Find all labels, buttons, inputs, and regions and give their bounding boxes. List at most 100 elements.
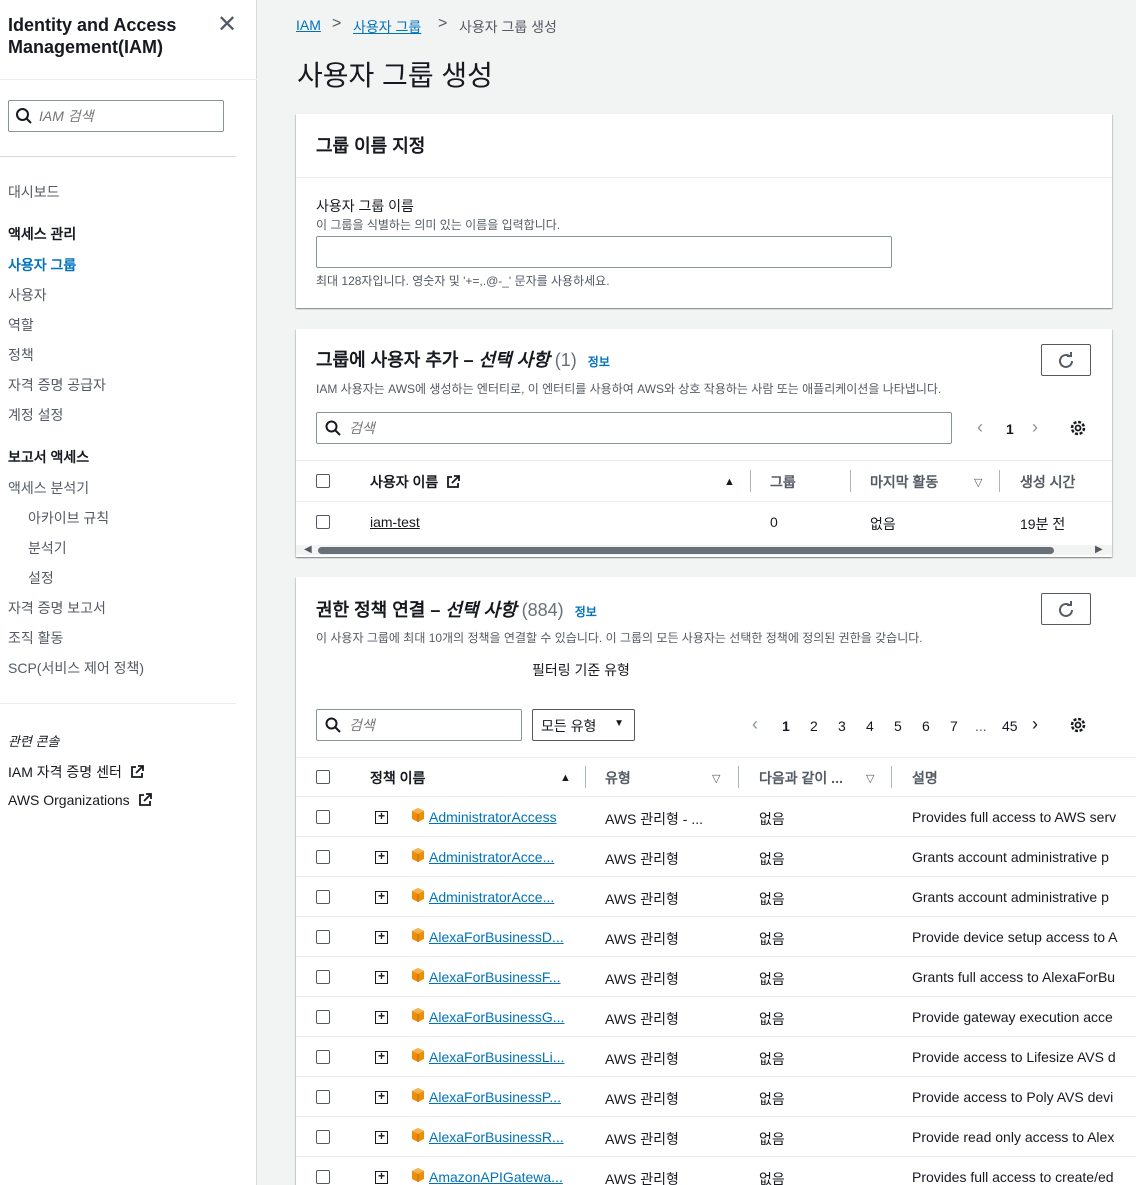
expand-icon[interactable]: +: [375, 970, 388, 984]
expand-icon[interactable]: +: [375, 850, 388, 864]
info-link[interactable]: 정보: [575, 605, 597, 619]
scroll-left-icon[interactable]: ◀: [304, 544, 312, 555]
sidebar-item-account-settings[interactable]: 계정 설정: [8, 405, 63, 425]
column-separator[interactable]: [850, 470, 851, 492]
horizontal-scrollbar[interactable]: ◀ ▶: [296, 544, 1112, 555]
filter-type-select[interactable]: 모든 유형 ▼: [532, 709, 635, 741]
user-search-input[interactable]: [349, 416, 939, 440]
chevron-left-icon[interactable]: ‹: [752, 714, 758, 735]
info-link[interactable]: 정보: [588, 355, 610, 369]
column-separator[interactable]: [891, 766, 892, 788]
sidebar-search-input[interactable]: [39, 103, 219, 129]
sidebar-title[interactable]: Identity and Access Management(IAM): [8, 14, 208, 58]
column-separator[interactable]: [738, 766, 739, 788]
user-search[interactable]: [316, 412, 952, 444]
sort-descending-icon[interactable]: ▽: [866, 772, 874, 785]
policy-name-link[interactable]: AdministratorAccess: [429, 809, 569, 825]
expand-icon[interactable]: +: [375, 890, 388, 904]
sidebar-item-dashboard[interactable]: 대시보드: [8, 182, 60, 202]
expand-icon[interactable]: +: [375, 1090, 388, 1104]
select-all-checkbox[interactable]: [316, 474, 330, 488]
sidebar-item-identity-providers[interactable]: 자격 증명 공급자: [8, 375, 106, 395]
row-checkbox[interactable]: [316, 1170, 330, 1184]
row-checkbox[interactable]: [316, 1010, 330, 1024]
sidebar-item-identity-center[interactable]: IAM 자격 증명 센터: [8, 762, 144, 782]
sidebar-item-access-analyzer[interactable]: 액세스 분석기: [8, 478, 89, 498]
expand-icon[interactable]: +: [375, 1010, 388, 1024]
page-number[interactable]: 3: [838, 718, 846, 734]
sort-descending-icon[interactable]: ▽: [712, 772, 720, 785]
column-separator[interactable]: [750, 470, 751, 492]
sidebar-item-users[interactable]: 사용자: [8, 285, 47, 305]
expand-icon[interactable]: +: [375, 1050, 388, 1064]
policy-name-link[interactable]: AlexaForBusinessLi...: [429, 1049, 569, 1065]
sidebar-item-archive-rules[interactable]: 아카이브 규칙: [28, 508, 109, 528]
chevron-right-icon[interactable]: ›: [1032, 714, 1038, 735]
gear-icon[interactable]: [1069, 419, 1087, 437]
policy-name-link[interactable]: AdministratorAcce...: [429, 889, 569, 905]
sidebar-item-credential-report[interactable]: 자격 증명 보고서: [8, 598, 106, 618]
expand-icon[interactable]: +: [375, 1130, 388, 1144]
policy-search-input[interactable]: [349, 713, 514, 737]
row-checkbox[interactable]: [316, 1090, 330, 1104]
policy-name-link[interactable]: AlexaForBusinessG...: [429, 1009, 569, 1025]
chevron-left-icon[interactable]: ‹: [977, 417, 983, 438]
sidebar-item-analyzers[interactable]: 분석기: [28, 538, 67, 558]
page-number[interactable]: 1: [782, 718, 790, 734]
scroll-thumb[interactable]: [318, 547, 1054, 554]
row-checkbox[interactable]: [316, 1050, 330, 1064]
row-checkbox[interactable]: [316, 1130, 330, 1144]
sidebar-item-policies[interactable]: 정책: [8, 345, 34, 365]
column-header-type[interactable]: 유형: [605, 768, 631, 788]
page-number[interactable]: 4: [866, 718, 874, 734]
column-header-last-activity[interactable]: 마지막 활동: [870, 472, 938, 492]
expand-icon[interactable]: +: [375, 1170, 388, 1184]
expand-icon[interactable]: +: [375, 810, 388, 824]
user-name-link[interactable]: iam-test: [370, 514, 420, 530]
page-number[interactable]: 2: [810, 718, 818, 734]
page-number[interactable]: 7: [950, 718, 958, 734]
column-header-username[interactable]: 사용자 이름: [370, 472, 461, 492]
column-separator[interactable]: [999, 470, 1000, 492]
column-header-created[interactable]: 생성 시간: [1020, 472, 1075, 492]
page-number[interactable]: 1: [1006, 421, 1014, 437]
policy-name-link[interactable]: AlexaForBusinessD...: [429, 929, 569, 945]
refresh-button[interactable]: [1041, 593, 1091, 625]
breadcrumb-iam[interactable]: IAM: [296, 17, 321, 33]
row-checkbox[interactable]: [316, 810, 330, 824]
policy-name-link[interactable]: AlexaForBusinessR...: [429, 1129, 569, 1145]
sidebar-item-roles[interactable]: 역할: [8, 315, 34, 335]
policy-name-link[interactable]: AdministratorAcce...: [429, 849, 569, 865]
gear-icon[interactable]: [1069, 716, 1087, 734]
page-number[interactable]: 5: [894, 718, 902, 734]
row-checkbox[interactable]: [316, 930, 330, 944]
page-number[interactable]: 6: [922, 718, 930, 734]
column-separator[interactable]: [585, 766, 586, 788]
column-header-description[interactable]: 설명: [912, 768, 938, 788]
page-number[interactable]: 45: [1002, 718, 1018, 734]
close-icon[interactable]: ✕: [216, 13, 238, 37]
row-checkbox[interactable]: [316, 850, 330, 864]
select-all-checkbox[interactable]: [316, 770, 330, 784]
row-checkbox[interactable]: [316, 970, 330, 984]
sidebar-item-organization-activity[interactable]: 조직 활동: [8, 628, 63, 648]
sidebar-item-analyzer-settings[interactable]: 설정: [28, 568, 54, 588]
breadcrumb-user-groups[interactable]: 사용자 그룹: [353, 17, 421, 37]
sidebar-item-organizations[interactable]: AWS Organizations: [8, 792, 152, 808]
sidebar-search[interactable]: [8, 100, 224, 132]
row-checkbox[interactable]: [316, 515, 330, 529]
refresh-button[interactable]: [1041, 344, 1091, 376]
chevron-right-icon[interactable]: ›: [1032, 417, 1038, 438]
scroll-right-icon[interactable]: ▶: [1095, 544, 1103, 555]
group-name-input[interactable]: [316, 236, 892, 268]
column-header-groups[interactable]: 그룹: [770, 472, 796, 492]
row-checkbox[interactable]: [316, 890, 330, 904]
policy-name-link[interactable]: AmazonAPIGatewa...: [429, 1169, 569, 1185]
policy-search[interactable]: [316, 709, 522, 741]
policy-name-link[interactable]: AlexaForBusinessP...: [429, 1089, 569, 1105]
policy-name-link[interactable]: AlexaForBusinessF...: [429, 969, 569, 985]
sort-ascending-icon[interactable]: ▲: [724, 476, 735, 488]
sort-ascending-icon[interactable]: ▲: [560, 772, 571, 784]
column-header-policy-name[interactable]: 정책 이름: [370, 768, 425, 788]
column-header-used-as[interactable]: 다음과 같이 ...: [759, 768, 854, 788]
